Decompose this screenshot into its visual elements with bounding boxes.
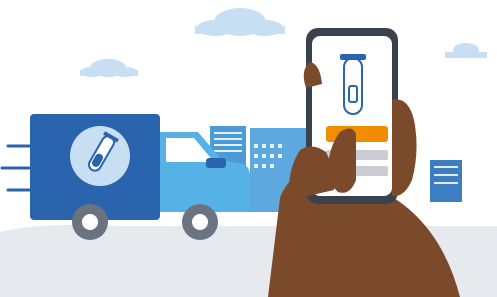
cloud-right [445, 43, 487, 58]
illustration-stage [0, 0, 497, 297]
wrapping-fingers [392, 99, 417, 197]
truck-wheel-front [182, 204, 218, 240]
cloud-left [80, 59, 138, 77]
scene-svg [0, 8, 497, 297]
truck-mirror [206, 158, 226, 168]
test-tube-icon [340, 54, 366, 115]
truck-wheel-rear [72, 204, 108, 240]
cloud-top [195, 8, 285, 36]
